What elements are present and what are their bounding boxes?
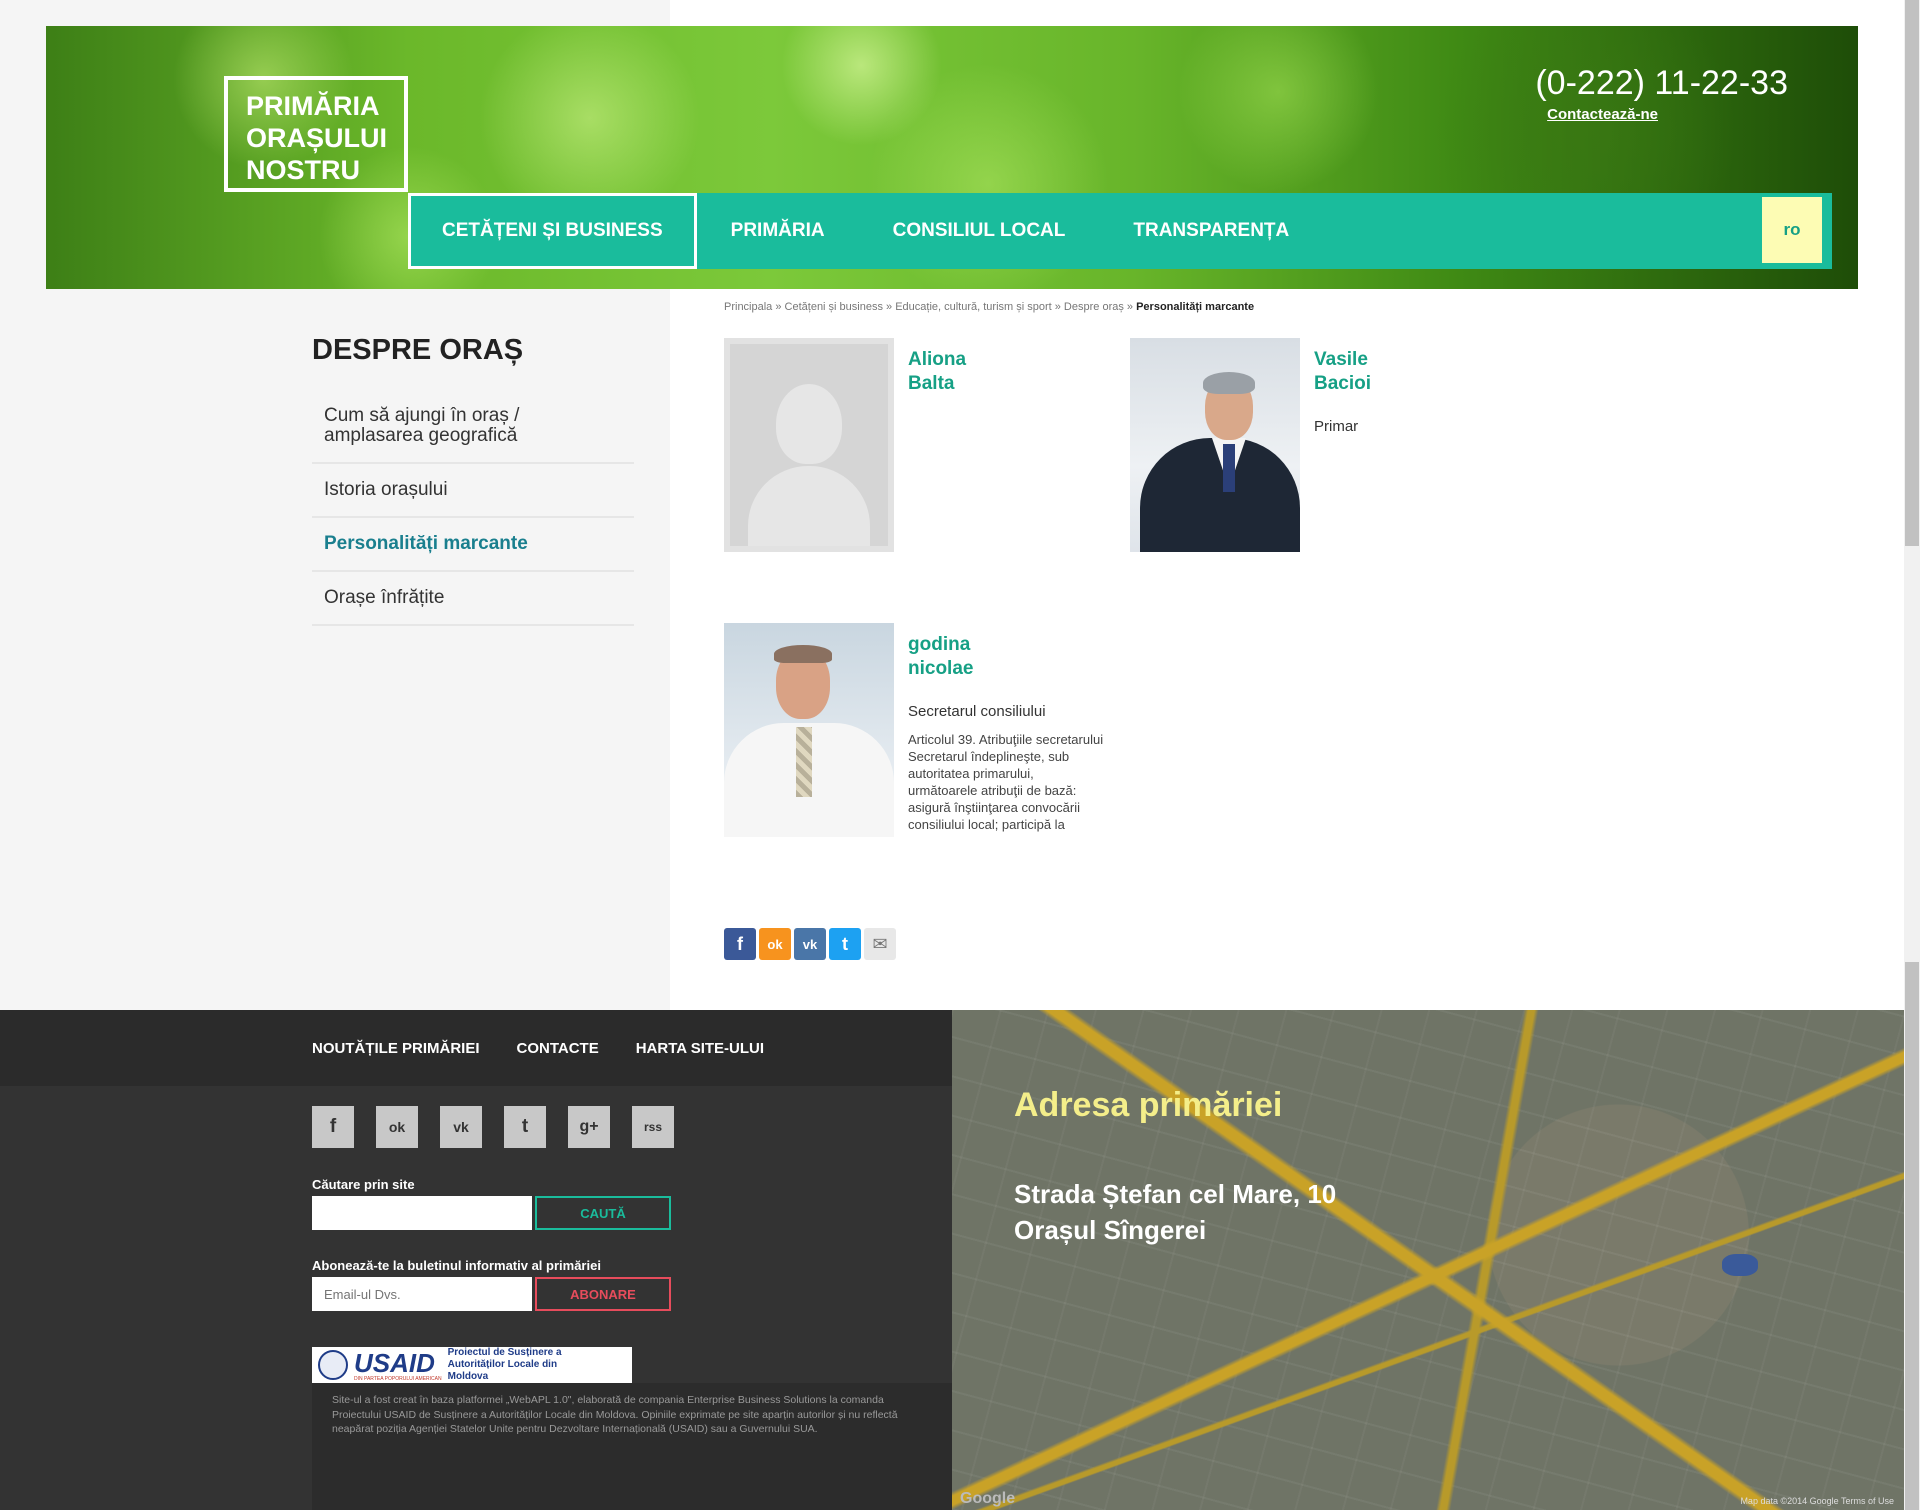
google-logo: Google [960,1490,1016,1507]
person-role: Secretarul consiliului [908,703,1046,720]
usaid-logo[interactable]: USAID DIN PARTEA POPORULUI AMERICAN Proi… [312,1347,632,1383]
footer-link-sitemap[interactable]: Harta site-ului [636,1040,764,1057]
address-map[interactable]: Adresa primăriei Strada Ștefan cel Mare,… [952,1010,1904,1510]
address-street: Strada Ștefan cel Mare, 10 [1014,1179,1337,1209]
sidebar-item-how-to-get[interactable]: Cum să ajungi în oraș / amplasarea geogr… [312,390,634,464]
person-name[interactable]: Vasile Bacioi [1314,348,1494,396]
rss-icon[interactable]: rss [632,1106,674,1148]
twitter-icon[interactable]: t [504,1106,546,1148]
person-first-name: godina [908,634,971,655]
sidebar-item-twin-cities[interactable]: Orașe înfrățite [312,572,634,626]
usaid-brand: USAID [354,1348,435,1378]
email-share-icon[interactable]: ✉ [864,928,896,960]
breadcrumb-current: Personalități marcante [1136,301,1255,313]
person-first-name: Aliona [908,349,967,370]
map-title: Adresa primăriei [1014,1086,1283,1124]
person-photo-placeholder[interactable] [724,338,894,552]
map-address: Strada Ștefan cel Mare, 10 Orașul Sînger… [1014,1176,1336,1248]
person-last-name: Balta [908,373,955,394]
sidebar-item-personalities[interactable]: Personalități marcante [312,518,634,572]
logo-line-3: nostru [246,155,360,185]
google-plus-icon[interactable]: g+ [568,1106,610,1148]
person-photo[interactable] [724,623,894,837]
person-last-name: nicolae [908,658,974,679]
person-first-name: Vasile [1314,349,1368,370]
odnoklassniki-share-icon[interactable]: ok [759,928,791,960]
nav-item-citizens-business[interactable]: Cetățeni și business [408,193,697,269]
usaid-project: Proiectul de Susținere a Autorităților L… [447,1347,562,1382]
nav-item-primaria[interactable]: Primăria [697,193,859,269]
scrollbar[interactable] [1904,0,1920,1510]
person-description: Articolul 39. Atribuţiile secretarului S… [908,732,1104,832]
map-lake [1722,1254,1758,1276]
person-photo[interactable] [1130,338,1300,552]
subscribe-label: Abonează-te la buletinul informativ al p… [312,1258,601,1273]
logo-line-1: Primăria [246,91,380,121]
usaid-subtitle: DIN PARTEA POPORULUI AMERICAN [354,1376,442,1382]
social-icons: f ok vk t g+ rss [312,1106,674,1148]
footer-links: Noutățile primăriei Contacte Harta site-… [312,1040,764,1057]
phone-number: (0-222) 11-22-33 [1535,64,1788,102]
breadcrumb: Principala » Cetățeni și business » Educ… [724,301,1254,313]
scrollbar-thumb[interactable] [1905,0,1919,546]
site-logo[interactable]: Primăria orașului nostru [224,76,408,192]
person-last-name: Bacioi [1314,373,1372,394]
usaid-seal-icon [318,1350,348,1380]
map-copyright[interactable]: Map data ©2014 Google Terms of Use [1740,1496,1894,1506]
breadcrumb-path[interactable]: Principala » Cetățeni și business » Educ… [724,301,1136,313]
subscribe-button[interactable]: Abonare [535,1277,671,1311]
search-label: Căutare prin site [312,1177,415,1192]
share-bar: f ok vk t ✉ [724,928,896,960]
person-name[interactable]: Aliona Balta [908,348,1088,396]
facebook-icon[interactable]: f [312,1106,354,1148]
language-switcher[interactable]: ro [1762,197,1822,263]
search-input[interactable] [312,1196,532,1230]
email-field[interactable] [312,1277,532,1311]
facebook-share-icon[interactable]: f [724,928,756,960]
usaid-brand-block: USAID DIN PARTEA POPORULUI AMERICAN [354,1348,442,1382]
person-role: Primar [1314,418,1359,435]
footer-link-contacts[interactable]: Contacte [517,1040,599,1057]
header-banner: Primăria orașului nostru (0-222) 11-22-3… [46,26,1858,289]
twitter-share-icon[interactable]: t [829,928,861,960]
footer-link-news[interactable]: Noutățile primăriei [312,1040,480,1057]
footer-disclaimer: Site-ul a fost creat în baza platformei … [312,1383,952,1510]
sidebar-menu: Cum să ajungi în oraș / amplasarea geogr… [312,390,634,626]
contact-link[interactable]: Contactează-ne [1547,106,1658,123]
address-city: Orașul Sîngerei [1014,1215,1207,1245]
vk-share-icon[interactable]: vk [794,928,826,960]
logo-line-2: orașului [246,123,387,153]
scrollbar-thumb-lower[interactable] [1905,962,1919,1510]
nav-item-transparency[interactable]: Transparența [1099,193,1323,269]
vk-icon[interactable]: vk [440,1106,482,1148]
odnoklassniki-icon[interactable]: ok [376,1106,418,1148]
person-name[interactable]: godina nicolae [908,633,1088,681]
sidebar-title: Despre oraș [312,334,524,366]
nav-item-local-council[interactable]: Consiliul local [859,193,1100,269]
search-button[interactable]: Caută [535,1196,671,1230]
main-nav: Cetățeni și business Primăria Consiliul … [408,193,1832,269]
sidebar-item-history[interactable]: Istoria orașului [312,464,634,518]
